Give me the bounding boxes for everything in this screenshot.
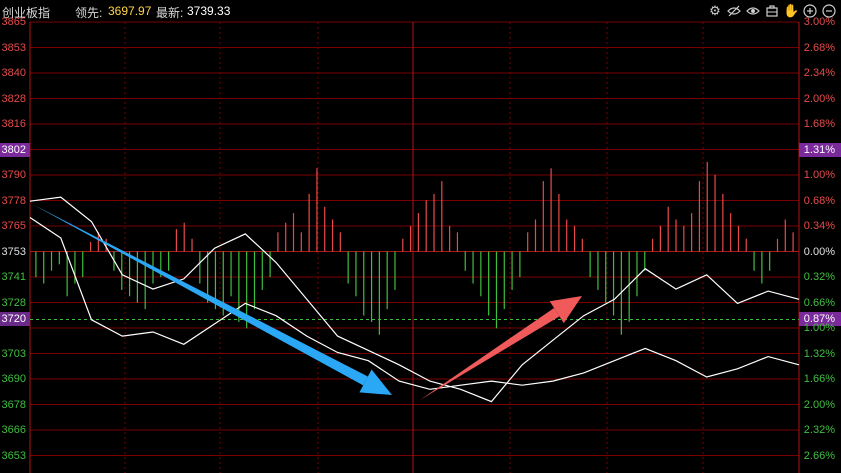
left-axis-tick: 3778 [1, 194, 26, 207]
left-axis-tick: 3790 [1, 169, 26, 181]
right-axis-tick: 1.32% [803, 347, 835, 360]
right-axis-tick: 2.66% [803, 449, 835, 462]
left-axis-tick: 3853 [1, 41, 26, 54]
left-axis-tick: 3840 [1, 67, 26, 79]
left-axis-tick: 3828 [1, 92, 26, 105]
up-trend-arrow [420, 296, 582, 400]
right-axis-tick: 0.00% [803, 245, 835, 258]
left-axis-tick: 3720 [0, 312, 30, 326]
right-axis-tick: 0.32% [803, 271, 835, 283]
chart-plot[interactable] [0, 0, 841, 473]
left-axis-tick: 3666 [1, 424, 26, 436]
divergence-bars [35, 161, 794, 335]
right-axis-tick: 1.00% [803, 322, 835, 334]
left-axis-tick: 3741 [1, 271, 26, 283]
right-axis-tick: 0.66% [803, 296, 835, 309]
right-axis-tick: 2.32% [803, 424, 835, 436]
right-axis-tick: 2.34% [803, 67, 835, 79]
left-axis-tick: 3753 [1, 245, 26, 258]
left-axis-tick: 3703 [1, 347, 26, 360]
left-axis-tick: 3865 [1, 16, 26, 28]
left-axis-tick: 3678 [1, 398, 26, 411]
left-axis-tick: 3690 [1, 373, 26, 385]
right-axis-tick: 1.31% [799, 142, 841, 157]
right-axis-tick: 1.68% [803, 118, 835, 130]
right-axis-tick: 2.00% [803, 398, 835, 411]
right-axis-tick: 2.00% [803, 92, 835, 105]
right-axis-tick: 0.68% [803, 194, 835, 207]
right-axis-tick: 1.66% [803, 373, 835, 385]
left-axis-tick: 3653 [1, 449, 26, 462]
left-axis-tick: 3765 [1, 220, 26, 232]
right-axis-tick: 1.00% [803, 169, 835, 181]
right-axis-tick: 0.34% [803, 220, 835, 232]
left-axis-tick: 3816 [1, 118, 26, 130]
left-axis-tick: 3728 [1, 296, 26, 309]
right-axis-tick: 3.00% [803, 16, 835, 28]
down-trend-arrow [32, 204, 392, 395]
left-axis-tick: 3802 [0, 142, 30, 157]
right-axis-tick: 2.68% [803, 41, 835, 54]
